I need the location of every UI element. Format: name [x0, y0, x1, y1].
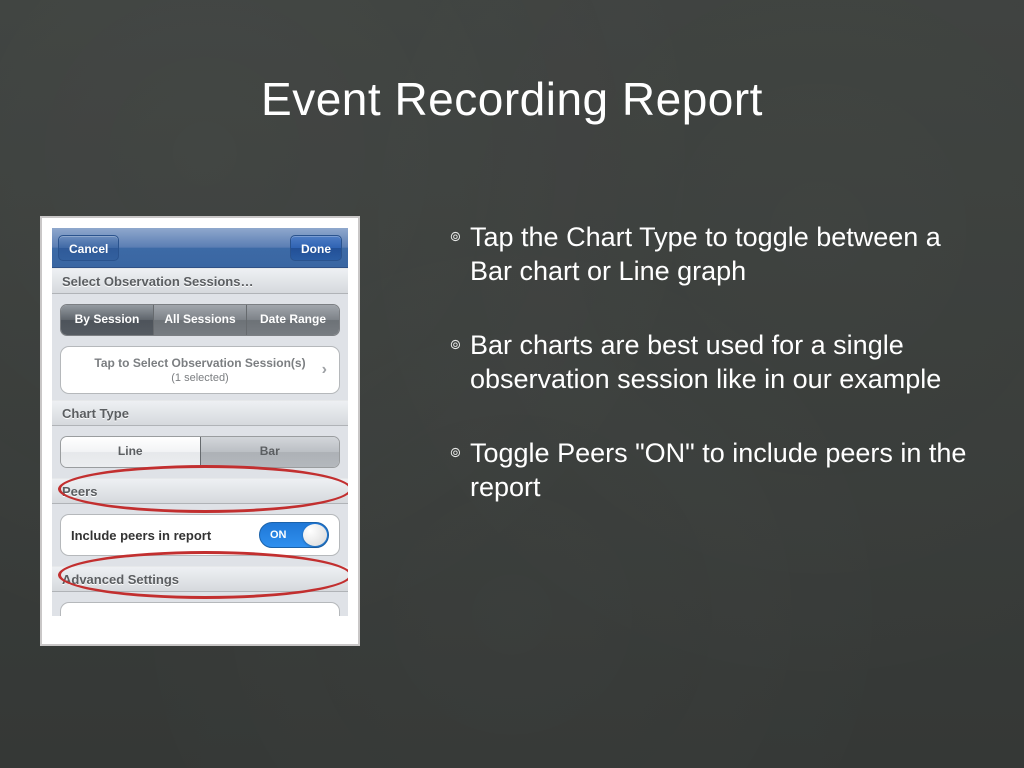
select-session-count: (1 selected): [171, 372, 228, 384]
select-session-cell[interactable]: Tap to Select Observation Session(s) (1 …: [60, 346, 340, 394]
slide-title: Event Recording Report: [0, 72, 1024, 126]
peers-group: Include peers in report ON: [52, 504, 348, 566]
bullet-1-text: Tap the Chart Type to toggle between a B…: [470, 220, 984, 288]
bullet-2-text: Bar charts are best used for a single ob…: [470, 328, 984, 396]
sessions-group: By Session All Sessions Date Range Tap t…: [52, 294, 348, 400]
phone-screenshot: Cancel Done Select Observation Sessions……: [40, 216, 360, 646]
seg-date-range[interactable]: Date Range: [247, 305, 339, 335]
done-button[interactable]: Done: [290, 235, 342, 261]
seg-all-sessions[interactable]: All Sessions: [154, 305, 247, 335]
section-header-peers: Peers: [52, 478, 348, 504]
bullet-3-text: Toggle Peers "ON" to include peers in th…: [470, 436, 984, 504]
chart-type-group: Line Bar: [52, 426, 348, 478]
bullet-icon: ๏: [450, 328, 470, 396]
advanced-cell-partial: [60, 602, 340, 616]
phone-inner: Cancel Done Select Observation Sessions……: [52, 228, 348, 634]
bullet-icon: ๏: [450, 436, 470, 504]
section-header-select: Select Observation Sessions…: [52, 268, 348, 294]
toolbar: Cancel Done: [52, 228, 348, 268]
bullet-list: ๏ Tap the Chart Type to toggle between a…: [360, 216, 984, 646]
seg-bar[interactable]: Bar: [201, 437, 340, 467]
advanced-group: [52, 592, 348, 616]
section-header-chart-type: Chart Type: [52, 400, 348, 426]
seg-by-session[interactable]: By Session: [61, 305, 154, 335]
peers-switch-label: ON: [270, 529, 287, 541]
section-header-advanced: Advanced Settings: [52, 566, 348, 592]
session-mode-segmented[interactable]: By Session All Sessions Date Range: [60, 304, 340, 336]
chart-type-segmented[interactable]: Line Bar: [60, 436, 340, 468]
cancel-button[interactable]: Cancel: [58, 235, 119, 261]
peers-row: Include peers in report ON: [60, 514, 340, 556]
slide-content: Cancel Done Select Observation Sessions……: [0, 216, 1024, 646]
bullet-3: ๏ Toggle Peers "ON" to include peers in …: [450, 436, 984, 504]
bullet-1: ๏ Tap the Chart Type to toggle between a…: [450, 220, 984, 288]
chevron-right-icon: ›: [322, 361, 327, 379]
seg-line[interactable]: Line: [61, 437, 201, 467]
peers-label: Include peers in report: [71, 528, 211, 543]
peers-switch[interactable]: ON: [259, 522, 329, 548]
select-session-label: Tap to Select Observation Session(s): [94, 356, 305, 370]
switch-knob-icon: [303, 524, 327, 546]
bullet-2: ๏ Bar charts are best used for a single …: [450, 328, 984, 396]
bullet-icon: ๏: [450, 220, 470, 288]
